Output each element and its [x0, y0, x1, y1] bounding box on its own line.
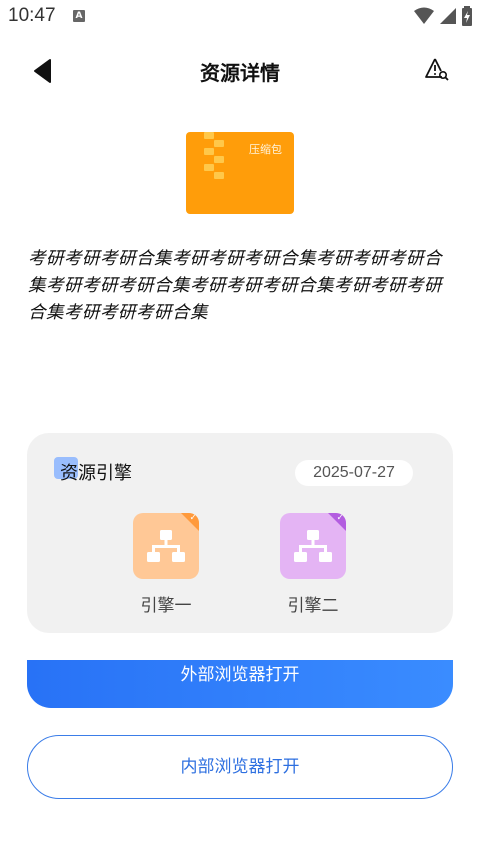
- zip-tooth: [214, 172, 224, 179]
- wifi-icon: [414, 7, 434, 24]
- zip-tooth: [214, 140, 224, 147]
- zip-tooth: [204, 148, 214, 155]
- zip-tooth: [214, 156, 224, 163]
- status-bar: 10:47 A: [0, 0, 480, 34]
- battery-charging-icon: [462, 6, 472, 26]
- engine-two[interactable]: ✓ 引擎二: [273, 513, 353, 616]
- status-time: 10:47: [8, 5, 56, 26]
- open-internal-browser-button[interactable]: 内部浏览器打开: [27, 735, 453, 799]
- page-title: 资源详情: [200, 61, 280, 85]
- engine-card-title: 资源引擎: [60, 463, 132, 484]
- notification-app-icon: A: [73, 10, 85, 22]
- report-button[interactable]: [424, 56, 450, 82]
- date-badge: 2025-07-27: [295, 460, 413, 486]
- zip-tooth: [204, 132, 214, 139]
- sitemap-icon: [294, 530, 332, 562]
- engine-two-icon: ✓: [280, 513, 346, 579]
- engine-one-icon: ✓: [133, 513, 199, 579]
- zip-thumbnail: 压缩包: [186, 132, 294, 214]
- sitemap-icon: [147, 530, 185, 562]
- engine-one-label: 引擎一: [140, 596, 192, 616]
- open-external-browser-button[interactable]: 外部浏览器打开: [27, 660, 453, 708]
- top-nav: 资源详情: [0, 46, 480, 94]
- signal-icon: [440, 8, 456, 24]
- status-icons: [414, 6, 472, 26]
- resource-description: 考研考研考研合集考研考研考研合集考研考研考研合集考研考研考研合集考研考研考研合集…: [28, 249, 442, 323]
- engine-one[interactable]: ✓ 引擎一: [126, 513, 206, 616]
- zip-tooth: [204, 164, 214, 171]
- engine-card: 资源引擎 2025-07-27 ✓ 引擎一 ✓ 引擎二: [27, 433, 453, 633]
- zip-label: 压缩包: [249, 143, 282, 156]
- engine-two-label: 引擎二: [287, 596, 339, 616]
- warning-report-icon: [425, 58, 449, 81]
- engine-card-header: 资源引擎: [54, 457, 132, 484]
